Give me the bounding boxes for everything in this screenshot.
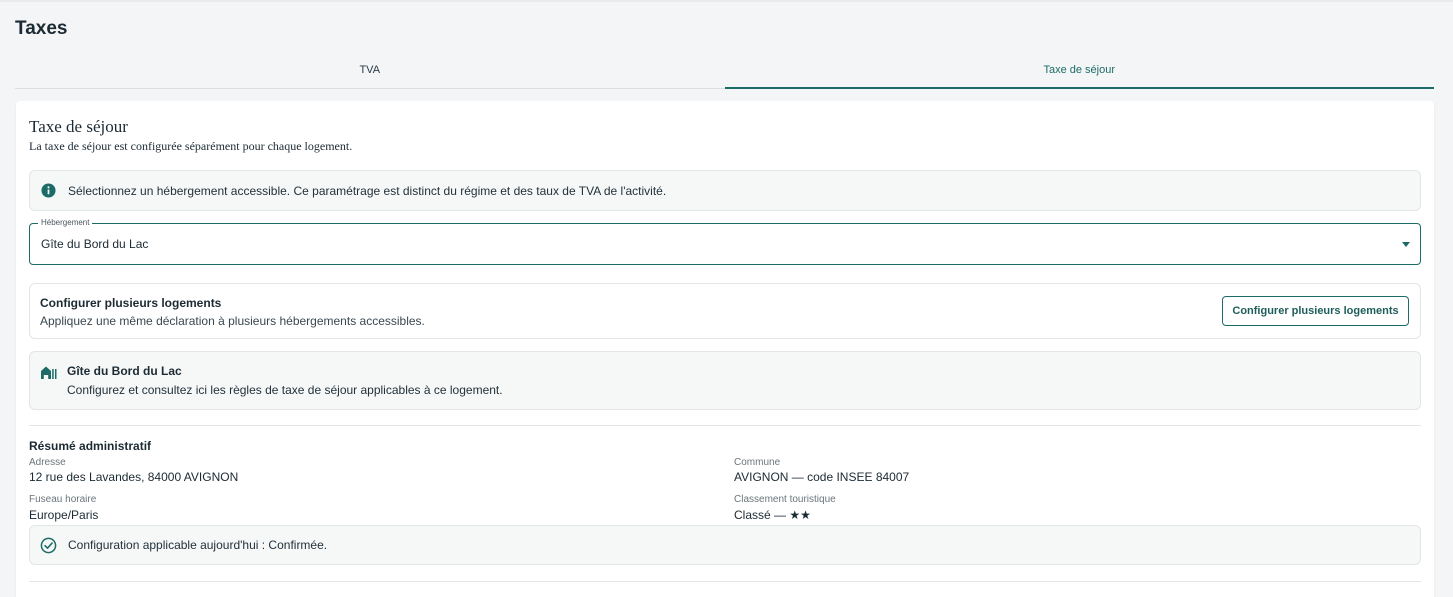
- page-title: Taxes: [15, 18, 68, 39]
- timezone-label: Fuseau horaire: [29, 494, 97, 505]
- configure-multiple-button[interactable]: Configurer plusieurs logements: [1222, 296, 1409, 326]
- section-title: Taxe de séjour: [29, 117, 128, 136]
- multi-config-box: Configurer plusieurs logements Appliquez…: [29, 283, 1421, 339]
- timezone-value: Europe/Paris: [29, 508, 99, 522]
- house-icon: [41, 366, 57, 379]
- lodging-select-label: Hébergement: [38, 218, 93, 227]
- classification-label: Classement touristique: [734, 494, 836, 505]
- address-value: 12 rue des Lavandes, 84000 AVIGNON: [29, 470, 239, 484]
- commune-label: Commune: [734, 457, 781, 468]
- status-notice: Configuration applicable aujourd'hui : C…: [29, 525, 1421, 565]
- summary-title: Résumé administratif: [29, 439, 152, 453]
- bottom-divider: [29, 581, 1421, 582]
- tax-settings-panel: Taxe de séjour La taxe de séjour est con…: [16, 101, 1434, 597]
- lodging-card-description: Configurez et consultez ici les règles d…: [67, 383, 503, 397]
- tab-tva[interactable]: TVA: [15, 56, 725, 88]
- tab-taxe-de-sejour[interactable]: Taxe de séjour: [724, 56, 1435, 89]
- address-label: Adresse: [29, 457, 66, 468]
- check-circle-icon: [40, 537, 57, 553]
- caret-down-icon[interactable]: [1402, 242, 1410, 247]
- lodging-card: Gîte du Bord du Lac Configurez et consul…: [29, 351, 1421, 410]
- info-icon: [41, 183, 56, 198]
- lodging-card-title: Gîte du Bord du Lac: [67, 364, 182, 378]
- section-subtitle: La taxe de séjour est configurée séparém…: [29, 139, 353, 153]
- tab-bar: TVA Taxe de séjour: [15, 56, 1434, 89]
- classification-value: Classé — ★★: [734, 508, 811, 522]
- multi-config-title: Configurer plusieurs logements: [40, 296, 222, 310]
- multi-config-description: Appliquez une même déclaration à plusieu…: [40, 314, 425, 328]
- status-notice-text: Configuration applicable aujourd'hui : C…: [68, 538, 328, 552]
- section-divider: [29, 425, 1421, 426]
- info-notice-text: Sélectionnez un hébergement accessible. …: [68, 183, 667, 198]
- lodging-select[interactable]: Hébergement Gîte du Bord du Lac: [29, 218, 1421, 265]
- top-divider: [0, 0, 1453, 2]
- commune-value: AVIGNON — code INSEE 84007: [734, 470, 910, 484]
- info-notice: Sélectionnez un hébergement accessible. …: [29, 170, 1421, 211]
- lodging-select-value: Gîte du Bord du Lac: [41, 237, 149, 251]
